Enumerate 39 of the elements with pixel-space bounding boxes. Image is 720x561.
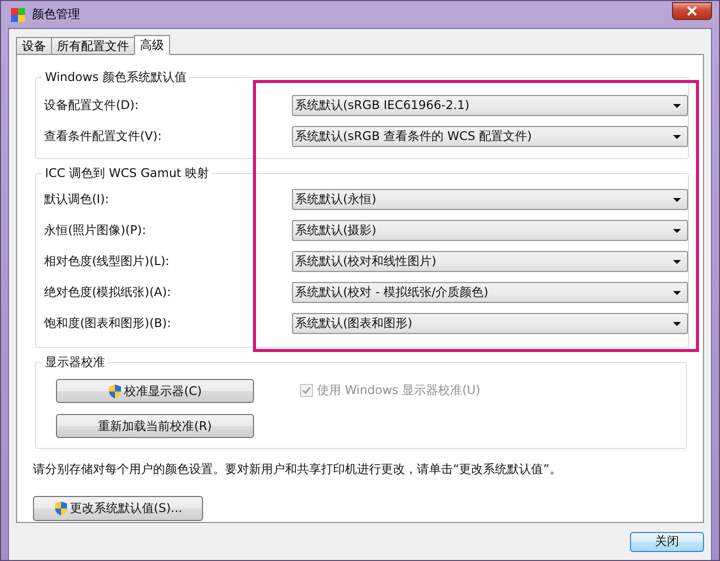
caret-icon <box>673 134 681 138</box>
shield-icon <box>54 501 68 516</box>
field-label: 相对色度(线型图片)(L): <box>44 253 170 270</box>
group-title: Windows 颜色系统默认值 <box>44 69 188 86</box>
dropdown[interactable]: 系统默认(sRGB IEC61966-2.1) <box>292 95 688 116</box>
close-dialog-button[interactable]: 关闭 <box>630 532 704 552</box>
field-label: 默认调色(I): <box>44 191 110 208</box>
group-title: 显示器校准 <box>44 354 106 371</box>
caret-icon <box>673 322 681 326</box>
dropdown[interactable]: 系统默认(摄影) <box>292 220 688 241</box>
group-title: ICC 调色到 WCS Gamut 映射 <box>44 165 210 182</box>
field-label: 设备配置文件(D): <box>44 97 140 114</box>
tab[interactable]: 高级 <box>134 35 170 55</box>
dropdown[interactable]: 系统默认(校对 - 模拟纸张/介质颜色) <box>292 282 688 303</box>
dropdown[interactable]: 系统默认(永恒) <box>292 189 688 210</box>
field-label: 饱和度(图表和图形)(B): <box>44 315 172 332</box>
tab[interactable]: 所有配置文件 <box>51 37 135 54</box>
shield-icon <box>108 384 122 398</box>
dropdown[interactable]: 系统默认(图表和图形) <box>292 313 688 334</box>
dropdown[interactable]: 系统默认(校对和线性图片) <box>292 251 688 272</box>
push-button[interactable]: 重新加载当前校准(R) <box>56 414 254 438</box>
close-icon <box>686 6 698 16</box>
tab[interactable]: 设备 <box>16 37 52 54</box>
caret-icon <box>673 198 681 202</box>
caret-icon <box>673 290 681 294</box>
caret-icon <box>673 260 681 264</box>
change-defaults-button[interactable]: 更改系统默认值(S)... <box>33 496 203 521</box>
color-squares-icon <box>10 6 26 22</box>
dropdown[interactable]: 系统默认(sRGB 查看条件的 WCS 配置文件) <box>292 126 688 147</box>
caret-icon <box>673 228 681 232</box>
field-label: 查看条件配置文件(V): <box>44 128 163 145</box>
close-button[interactable] <box>672 2 712 20</box>
field-label: 绝对色度(模拟纸张)(A): <box>44 284 172 301</box>
field-label: 永恒(照片图像)(P): <box>44 222 148 239</box>
checkbox-label: 使用 Windows 显示器校准(U) <box>317 382 480 398</box>
caret-icon <box>673 104 681 108</box>
push-button[interactable]: 校准显示器(C) <box>56 379 254 403</box>
window-title: 颜色管理 <box>32 6 80 23</box>
info-text: 请分别存储对每个用户的颜色设置。要对新用户和共享打印机进行更改，请单击“更改系统默认值”。 <box>33 461 562 478</box>
